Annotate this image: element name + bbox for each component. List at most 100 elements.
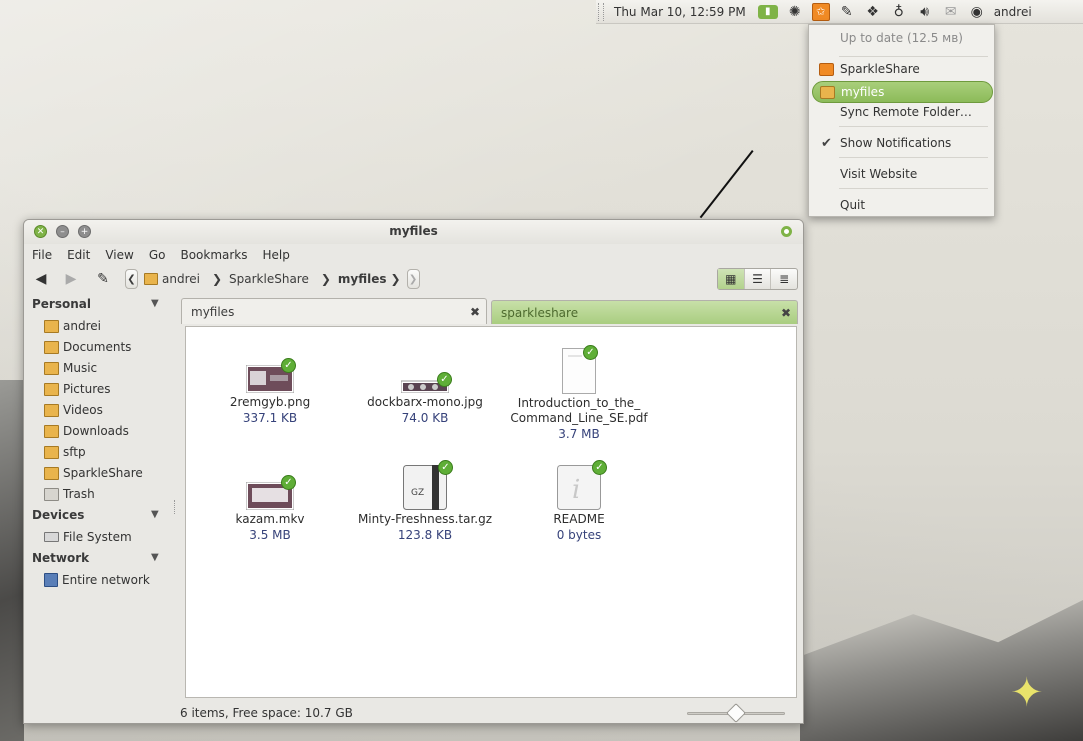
file-name: Minty-Freshness.tar.gz [357, 512, 493, 526]
compact-view-icon[interactable]: ≣ [771, 269, 797, 289]
menu-go[interactable]: Go [149, 248, 166, 262]
menu-edit[interactable]: Edit [67, 248, 90, 262]
dropbox-icon[interactable]: ❖ [864, 3, 882, 21]
menu-separator [839, 56, 988, 57]
menu-bookmarks[interactable]: Bookmarks [180, 248, 247, 262]
menu-item-show-notifications[interactable]: ✔ Show Notifications [809, 132, 994, 154]
window-title: myfiles [389, 224, 438, 238]
sidebar-item-sparkleshare[interactable]: SparkleShare [44, 463, 143, 483]
list-view-icon[interactable]: ☰ [745, 269, 772, 289]
sidebar-resize-handle[interactable] [174, 500, 178, 514]
breadcrumb-right-icon[interactable]: ❯ [406, 269, 420, 289]
window-titlebar[interactable]: ✕ – + myfiles [24, 220, 803, 244]
breadcrumb-sparkleshare[interactable]: ❯ SparkleShare [206, 272, 315, 286]
file-size: 123.8 KB [397, 528, 453, 542]
tab-myfiles[interactable]: myfiles ✖ [181, 298, 487, 324]
file-name-line1: Introduction_to_the_ [517, 396, 641, 410]
lightbulb-icon[interactable]: ♁ [890, 3, 908, 21]
file-item[interactable]: ✓ Introduction_to_the_ Command_Line_SE.p… [504, 345, 654, 442]
file-view[interactable]: ✓ 2remgyb.png 337.1 KB ✓ dockbarx-mono.j… [185, 326, 797, 698]
panel-username[interactable]: andrei [994, 5, 1032, 19]
sidebar-item-label: andrei [63, 319, 101, 333]
breadcrumb-separator-icon: ❯ [211, 272, 223, 286]
window-menu-icon[interactable] [781, 226, 792, 237]
sparkleshare-menu: Up to date (12.5 мв) SparkleShare myfile… [808, 24, 995, 217]
synced-check-icon: ✓ [281, 475, 296, 490]
sidebar-item-documents[interactable]: Documents [44, 337, 131, 357]
back-icon[interactable]: ◀ [32, 269, 50, 289]
sidebar-item-downloads[interactable]: Downloads [44, 421, 129, 441]
panel-handle[interactable] [598, 2, 604, 21]
file-size: 337.1 KB [242, 411, 298, 425]
mail-icon[interactable]: ✉ [942, 3, 960, 21]
sidebar-item-music[interactable]: Music [44, 358, 97, 378]
status-bar: 6 items, Free space: 10.7 GB [24, 702, 803, 723]
file-item[interactable]: ✓ kazam.mkv 3.5 MB [195, 475, 345, 543]
status-text: 6 items, Free space: 10.7 GB [180, 706, 353, 720]
panel-clock[interactable]: Thu Mar 10, 12:59 PM [614, 5, 746, 19]
sidebar-item-label: Trash [63, 487, 95, 501]
close-tab-icon[interactable]: ✖ [781, 306, 791, 320]
file-item[interactable]: GZ ✓ Minty-Freshness.tar.gz 123.8 KB [350, 460, 500, 543]
breadcrumb-label: SparkleShare [229, 272, 309, 286]
synced-check-icon: ✓ [592, 460, 607, 475]
image-thumbnail-icon: ✓ [400, 365, 452, 394]
sidebar-heading-devices[interactable]: Devices [32, 508, 84, 522]
sidebar-item-andrei[interactable]: andrei [44, 316, 101, 336]
file-name: README [553, 512, 605, 526]
menu-help[interactable]: Help [263, 248, 290, 262]
breadcrumb-myfiles[interactable]: ❯ myfiles ❯ [315, 272, 407, 286]
sparkleshare-icon[interactable]: ✩ [811, 2, 830, 21]
breadcrumb-andrei[interactable]: andrei [138, 272, 206, 286]
toolbar: ◀ ▶ ✎ ❮ andrei ❯ SparkleShare ❯ myfiles … [24, 266, 803, 292]
forward-icon[interactable]: ▶ [62, 269, 80, 289]
close-tab-icon[interactable]: ✖ [470, 305, 480, 319]
documents-folder-icon [44, 340, 59, 354]
home-folder-icon [144, 273, 158, 285]
sidebar-item-entire-network[interactable]: Entire network [44, 570, 150, 590]
collapse-triangle-icon[interactable]: ▼ [151, 298, 159, 309]
menu-item-quit[interactable]: Quit [809, 194, 994, 216]
file-item[interactable]: ✓ dockbarx-mono.jpg 74.0 KB [350, 365, 500, 426]
menu-item-sparkleshare[interactable]: SparkleShare [809, 58, 994, 80]
menu-item-label: SparkleShare [840, 62, 920, 76]
sidebar-item-videos[interactable]: Videos [44, 400, 103, 420]
sidebar-heading-personal[interactable]: Personal [32, 297, 91, 311]
file-size: 0 bytes [556, 528, 602, 542]
collapse-triangle-icon[interactable]: ▼ [151, 552, 159, 563]
menu-view[interactable]: View [105, 248, 133, 262]
sidebar-item-trash[interactable]: Trash [44, 484, 95, 504]
menu-item-label: Sync Remote Folder… [840, 105, 972, 119]
menu-item-label: myfiles [841, 85, 885, 99]
sidebar-heading-network[interactable]: Network [32, 551, 89, 565]
sidebar-item-pictures[interactable]: Pictures [44, 379, 111, 399]
menu-file[interactable]: File [32, 248, 52, 262]
menu-separator [839, 157, 988, 158]
home-folder-icon [44, 319, 59, 333]
sidebar-item-sftp[interactable]: sftp [44, 442, 86, 462]
icon-view-icon[interactable]: ▦ [718, 269, 745, 289]
sidebar: Personal ▼ andrei Documents Music Pictur… [24, 292, 174, 702]
file-manager-window: ✕ – + myfiles File Edit View Go Bookmark… [23, 219, 804, 724]
file-item[interactable]: ✓ 2remgyb.png 337.1 KB [195, 358, 345, 426]
menu-item-myfiles[interactable]: myfiles [812, 81, 993, 103]
collapse-triangle-icon[interactable]: ▼ [151, 509, 159, 520]
file-item[interactable]: i ✓ README 0 bytes [504, 460, 654, 543]
pen-icon[interactable]: ✎ [838, 3, 856, 21]
tab-sparkleshare[interactable]: sparkleshare ✖ [491, 300, 798, 324]
edit-location-icon[interactable]: ✎ [94, 269, 112, 289]
menu-item-sync-remote[interactable]: Sync Remote Folder… [809, 101, 994, 123]
breadcrumb-label: andrei [162, 272, 200, 286]
chat-icon[interactable]: ◉ [968, 3, 986, 21]
zoom-slider-handle[interactable] [726, 703, 746, 723]
volume-icon[interactable]: 🔊︎ [916, 3, 934, 21]
tab-label: myfiles [191, 304, 235, 319]
pdf-document-icon: ✓ [562, 345, 598, 394]
synced-check-icon: ✓ [437, 372, 452, 387]
breadcrumb-left-icon[interactable]: ❮ [125, 269, 138, 289]
sync-icon[interactable]: ✺ [786, 3, 804, 21]
battery-icon[interactable]: ▮ [757, 4, 778, 19]
sidebar-item-file-system[interactable]: File System [44, 527, 132, 547]
music-folder-icon [44, 361, 59, 375]
menu-item-visit-website[interactable]: Visit Website [809, 163, 994, 185]
